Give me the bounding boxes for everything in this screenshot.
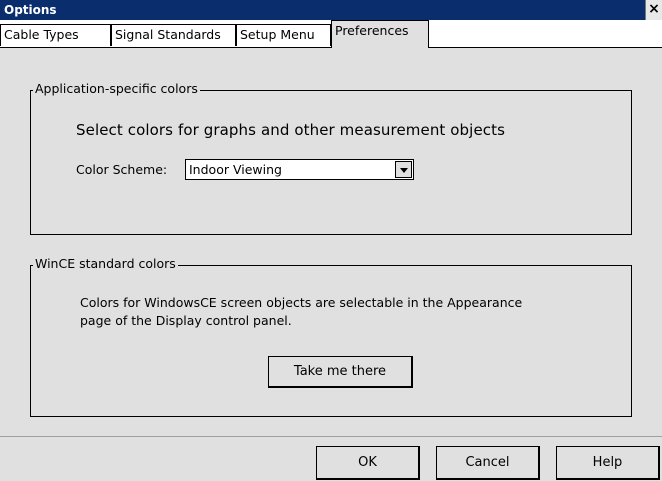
title-bar: Options × bbox=[0, 0, 662, 20]
options-dialog: Options × Cable Types Signal Standards S… bbox=[0, 0, 662, 481]
footer-bar: OK Cancel Help bbox=[0, 437, 662, 481]
tab-cable-types[interactable]: Cable Types bbox=[0, 24, 111, 46]
color-scheme-value: Indoor Viewing bbox=[189, 162, 282, 177]
chevron-down-icon[interactable] bbox=[395, 161, 412, 178]
tab-preferences[interactable]: Preferences bbox=[331, 20, 429, 48]
app-colors-heading: Select colors for graphs and other measu… bbox=[76, 121, 506, 139]
take-me-there-button[interactable]: Take me there bbox=[268, 356, 413, 388]
tab-setup-menu[interactable]: Setup Menu bbox=[236, 24, 331, 46]
color-scheme-label: Color Scheme: bbox=[76, 162, 168, 177]
window-title: Options bbox=[4, 3, 57, 17]
preferences-panel: Application-specific colors Select color… bbox=[0, 48, 662, 436]
wince-colors-line1: Colors for WindowsCE screen objects are … bbox=[80, 295, 523, 310]
color-scheme-select[interactable]: Indoor Viewing bbox=[185, 159, 414, 180]
app-colors-legend: Application-specific colors bbox=[33, 81, 200, 96]
close-button[interactable]: × bbox=[645, 0, 662, 20]
wince-colors-legend: WinCE standard colors bbox=[33, 256, 178, 271]
wince-colors-line2: page of the Display control panel. bbox=[80, 313, 292, 328]
cancel-button[interactable]: Cancel bbox=[436, 446, 540, 480]
ok-button[interactable]: OK bbox=[316, 446, 420, 480]
wince-colors-group bbox=[30, 265, 632, 417]
tab-signal-standards[interactable]: Signal Standards bbox=[111, 24, 236, 46]
close-icon: × bbox=[648, 1, 660, 17]
help-button[interactable]: Help bbox=[556, 446, 660, 480]
